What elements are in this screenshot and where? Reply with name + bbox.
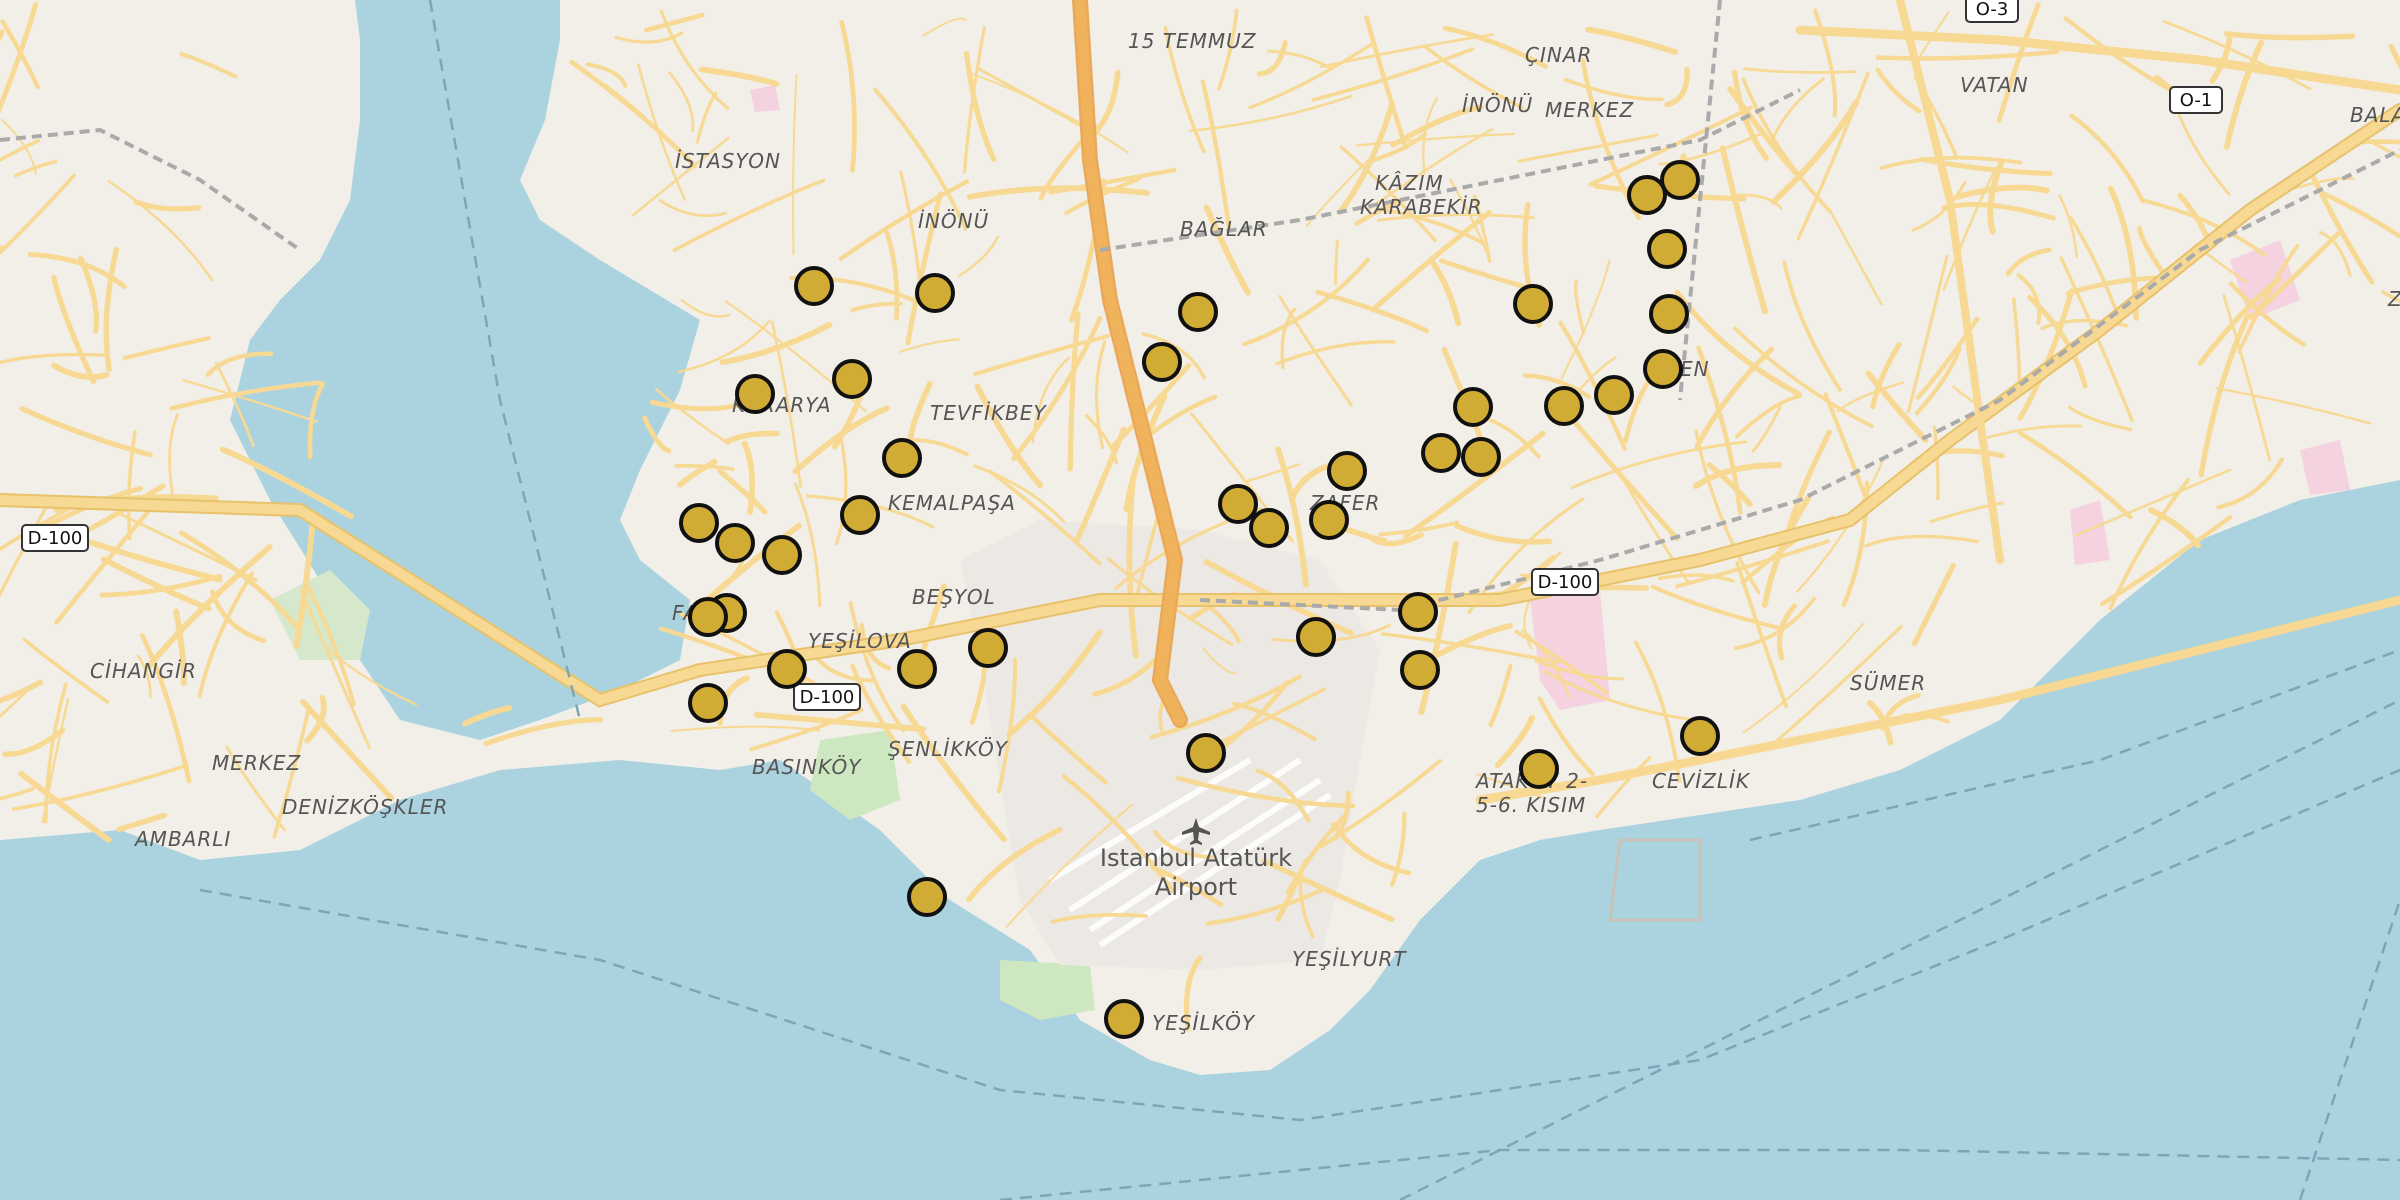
map-marker[interactable]: [968, 628, 1008, 668]
place-label: KÂZIM: [1375, 171, 1444, 195]
place-label: SÜMER: [1850, 671, 1926, 695]
place-label: MERKEZ: [1545, 98, 1635, 122]
map-marker[interactable]: [1400, 650, 1440, 690]
map-svg: 15 TEMMUZ ÇINAR VATAN İNÖNÜ MERKEZ İSTAS…: [0, 0, 2400, 1200]
map-marker[interactable]: [1421, 433, 1461, 473]
map-marker[interactable]: [907, 877, 947, 917]
place-label: MERKEZ: [212, 751, 302, 775]
place-label: EN: [1680, 357, 1710, 381]
map-marker[interactable]: [735, 374, 775, 414]
map-marker[interactable]: [1186, 733, 1226, 773]
map-marker[interactable]: [1544, 386, 1584, 426]
place-label: KEMALPAŞA: [888, 491, 1016, 515]
svg-text:D-100: D-100: [28, 528, 83, 549]
map-marker[interactable]: [1218, 484, 1258, 524]
place-label: KARABEKİR: [1360, 195, 1483, 219]
map-marker[interactable]: [1453, 387, 1493, 427]
place-label: CEVİZLİK: [1652, 769, 1751, 793]
place-label: DENİZKÖŞKLER: [282, 795, 448, 819]
map-marker[interactable]: [832, 359, 872, 399]
map-marker[interactable]: [715, 523, 755, 563]
map-marker[interactable]: [915, 273, 955, 313]
place-label: BASINKÖY: [752, 755, 862, 779]
map-marker[interactable]: [1104, 999, 1144, 1039]
map-marker[interactable]: [1178, 292, 1218, 332]
map-marker[interactable]: [1680, 716, 1720, 756]
road-shield: O-3: [1965, 0, 2019, 23]
place-label: Z: [2387, 287, 2400, 311]
map-marker[interactable]: [882, 438, 922, 478]
map-marker[interactable]: [688, 597, 728, 637]
road-shield: O-1: [2169, 86, 2223, 114]
place-label: İSTASYON: [675, 149, 781, 173]
map-marker[interactable]: [1519, 749, 1559, 789]
airport-name: Istanbul Atatürk: [1100, 844, 1292, 872]
map-marker[interactable]: [679, 503, 719, 543]
map-marker[interactable]: [1249, 508, 1289, 548]
map-marker[interactable]: [840, 495, 880, 535]
place-label: BALA: [2350, 103, 2400, 127]
svg-text:D-100: D-100: [800, 687, 855, 708]
place-label: YEŞİLOVA: [808, 629, 912, 653]
place-label: 5-6. KISIM: [1476, 793, 1586, 817]
place-label: TEVFİKBEY: [930, 401, 1047, 425]
place-label: BEŞYOL: [912, 585, 996, 609]
map-marker[interactable]: [1627, 175, 1667, 215]
airport-name: Airport: [1155, 873, 1237, 901]
map-canvas[interactable]: 15 TEMMUZ ÇINAR VATAN İNÖNÜ MERKEZ İSTAS…: [0, 0, 2400, 1200]
place-label: YEŞİLYURT: [1292, 947, 1407, 971]
map-marker[interactable]: [762, 535, 802, 575]
map-marker[interactable]: [1660, 160, 1700, 200]
map-marker[interactable]: [688, 683, 728, 723]
place-label: BAĞLAR: [1180, 217, 1268, 241]
place-label: VATAN: [1960, 73, 2029, 97]
svg-text:O-1: O-1: [2180, 90, 2213, 111]
svg-text:O-3: O-3: [1976, 0, 2009, 20]
map-marker[interactable]: [1647, 229, 1687, 269]
map-marker[interactable]: [1594, 375, 1634, 415]
place-label: CİHANGİR: [90, 659, 197, 683]
map-marker[interactable]: [1461, 437, 1501, 477]
map-marker[interactable]: [794, 266, 834, 306]
road-shield: D-100: [1531, 568, 1599, 596]
road-shield: D-100: [793, 683, 861, 711]
place-label: ŞENLİKKÖY: [888, 737, 1009, 761]
map-marker[interactable]: [897, 649, 937, 689]
place-label: İNÖNÜ: [918, 209, 989, 233]
map-marker[interactable]: [1643, 349, 1683, 389]
place-label: AMBARLI: [133, 827, 231, 851]
map-marker[interactable]: [1649, 294, 1689, 334]
map-marker[interactable]: [1142, 342, 1182, 382]
svg-text:D-100: D-100: [1538, 572, 1593, 593]
map-marker[interactable]: [1513, 284, 1553, 324]
road-shield: D-100: [21, 524, 89, 552]
place-label: ÇINAR: [1525, 43, 1592, 67]
map-marker[interactable]: [1309, 500, 1349, 540]
map-marker[interactable]: [1398, 592, 1438, 632]
place-label: 15 TEMMUZ: [1128, 29, 1257, 53]
place-label: İNÖNÜ: [1462, 93, 1533, 117]
map-marker[interactable]: [1327, 451, 1367, 491]
map-marker[interactable]: [1296, 617, 1336, 657]
map-marker[interactable]: [767, 649, 807, 689]
place-label: YEŞİLKÖY: [1152, 1011, 1256, 1035]
